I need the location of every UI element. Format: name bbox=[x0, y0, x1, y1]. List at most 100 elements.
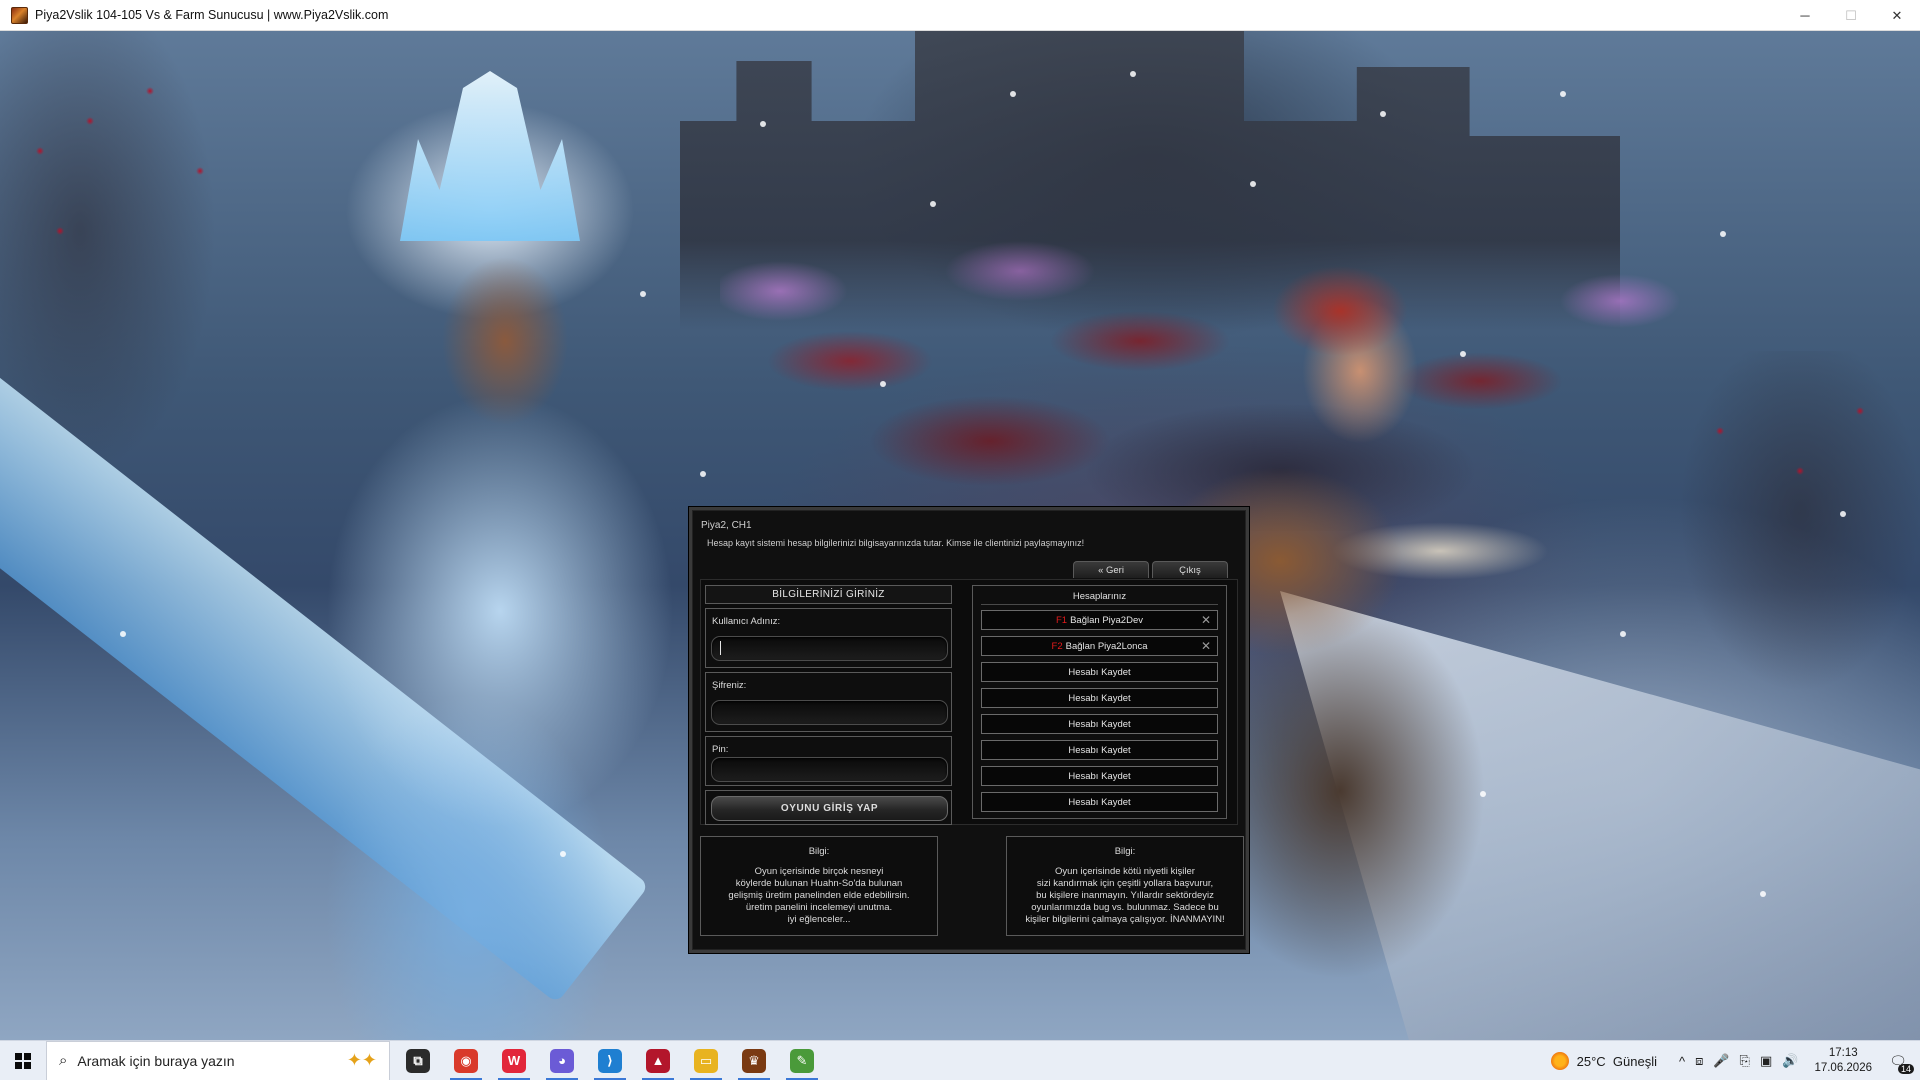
account-label: Hesabı Kaydet bbox=[1068, 796, 1131, 808]
username-label: Kullanıcı Adınız: bbox=[712, 616, 781, 627]
search-icon: ⌕ bbox=[59, 1052, 68, 1069]
tray-icon[interactable]: ⎘ bbox=[1740, 1053, 1750, 1069]
tray-icon[interactable]: ⧈ bbox=[1695, 1053, 1703, 1069]
info-line: oyunlarımızda bug vs. bulunmaz. Sadece b… bbox=[1031, 902, 1219, 913]
pin-field-group: Pin: bbox=[705, 736, 952, 786]
account-label: Hesabı Kaydet bbox=[1068, 744, 1131, 756]
info-line: bu kişilere inanmayın. Yıllardır sektörd… bbox=[1036, 890, 1214, 901]
minimize-button[interactable]: ─ bbox=[1782, 0, 1828, 31]
login-form: BİLGİLERİNİZİ GİRİNİZ Kullanıcı Adınız: … bbox=[705, 585, 952, 825]
saved-account-row[interactable]: Hesabı Kaydet bbox=[981, 688, 1218, 708]
close-button[interactable]: ✕ bbox=[1874, 0, 1920, 31]
weather-temperature: 25°C bbox=[1576, 1053, 1606, 1069]
taskbar-app-visual-studio-code[interactable]: ⟩ bbox=[586, 1041, 634, 1080]
password-input[interactable] bbox=[711, 700, 948, 725]
dialog-notice: Hesap kayıt sistemi hesap bilgilerinizi … bbox=[707, 538, 1085, 548]
info-right-body: Oyun içerisinde kötü niyetli kişiler sizi… bbox=[1007, 866, 1243, 926]
saved-account-row[interactable]: Hesabı Kaydet bbox=[981, 792, 1218, 812]
saved-account-row[interactable]: Hesabı Kaydet bbox=[981, 766, 1218, 786]
notification-count: 14 bbox=[1897, 1064, 1914, 1074]
info-box-left: Bilgi: Oyun içerisinde birçok nesneyi köy… bbox=[700, 836, 938, 936]
file-explorer-icon: ▭ bbox=[694, 1048, 718, 1073]
exit-button[interactable]: Çıkış bbox=[1152, 561, 1228, 578]
tray-icon[interactable]: ▣ bbox=[1760, 1053, 1772, 1069]
back-button[interactable]: « Geri bbox=[1073, 561, 1149, 578]
account-label: Bağlan Piya2Lonca bbox=[1065, 640, 1148, 652]
window-title: Piya2Vslik 104-105 Vs & Farm Sunucusu | … bbox=[35, 8, 389, 22]
task-view-icon: ⧉ bbox=[406, 1048, 430, 1073]
info-line: sizi kandırmak için çeşitli yollara başv… bbox=[1036, 878, 1214, 889]
saved-account-row[interactable]: Hesabı Kaydet bbox=[981, 740, 1218, 760]
taskbar-app-game-client[interactable]: ♛ bbox=[730, 1041, 778, 1080]
saved-account-row[interactable]: F1 Bağlan Piya2Dev ✕ bbox=[981, 610, 1218, 630]
info-line: Oyun içerisinde birçok nesneyi bbox=[754, 866, 884, 877]
weather-condition: Güneşli bbox=[1612, 1053, 1657, 1069]
info-left-title: Bilgi: bbox=[808, 846, 830, 857]
visual-studio-code-icon: ⟩ bbox=[598, 1048, 622, 1073]
discord-icon: ◕ bbox=[550, 1048, 574, 1073]
search-placeholder: Aramak için buraya yazın bbox=[77, 1052, 235, 1069]
account-hotkey: F2 bbox=[1051, 640, 1063, 652]
game-client-icon: ♛ bbox=[742, 1048, 766, 1073]
saved-accounts-header: Hesaplarınız bbox=[973, 588, 1226, 605]
clock-date: 17.06.2026 bbox=[1814, 1062, 1872, 1074]
account-label: Hesabı Kaydet bbox=[1068, 718, 1131, 730]
info-line: gelişmiş üretim panelinden elde edebilir… bbox=[728, 890, 910, 901]
taskbar-clock[interactable]: 17:13 17.06.2026 bbox=[1814, 1046, 1872, 1076]
app-icon bbox=[11, 6, 28, 24]
saved-account-row[interactable]: Hesabı Kaydet bbox=[981, 662, 1218, 682]
taskbar-app-discord[interactable]: ◕ bbox=[538, 1041, 586, 1080]
saved-accounts-list: F1 Bağlan Piya2Dev ✕ F2 Bağlan Piya2Lonca ✕ He… bbox=[981, 610, 1218, 818]
taskbar-search[interactable]: ⌕ Aramak için buraya yazın ✦✦ bbox=[46, 1040, 390, 1080]
username-input[interactable] bbox=[711, 636, 948, 661]
taskbar-app-file-explorer[interactable]: ▭ bbox=[682, 1041, 730, 1080]
wps-office-icon: W bbox=[502, 1048, 526, 1073]
tray-icon[interactable]: 🔊 bbox=[1782, 1053, 1798, 1069]
saved-account-row[interactable]: F2 Bağlan Piya2Lonca ✕ bbox=[981, 636, 1218, 656]
password-field-group: Şifreniz: bbox=[705, 672, 952, 732]
tray-icons: ^ ⧈ 🎤 ⎘ ▣ 🔊 bbox=[1679, 1053, 1798, 1069]
taskbar-app-task-view[interactable]: ⧉ bbox=[394, 1041, 442, 1080]
windows-taskbar: ⌕ Aramak için buraya yazın ✦✦ ⧉ ◉ W ◕ ⟩ ▲ ▭ ♛ ✎ … bbox=[0, 1040, 1920, 1080]
info-line: üretim panelini incelemeyi unutma. bbox=[745, 902, 893, 913]
info-line: köylerde bulunan Huahn-So'da bulunan bbox=[735, 878, 903, 889]
taskbar-app-wps-office[interactable]: W bbox=[490, 1041, 538, 1080]
info-left-body: Oyun içerisinde birçok nesneyi köylerde b… bbox=[701, 866, 937, 926]
info-line: kişiler bilgilerini çalmaya çalışıyor. İ… bbox=[1025, 914, 1225, 925]
sun-icon bbox=[1550, 1052, 1569, 1070]
tray-icon[interactable]: 🎤 bbox=[1713, 1053, 1729, 1069]
notification-center-button[interactable]: 🗨 14 bbox=[1884, 1047, 1914, 1075]
account-label: Hesabı Kaydet bbox=[1068, 666, 1131, 678]
password-label: Şifreniz: bbox=[712, 680, 747, 691]
clock-time: 17:13 bbox=[1828, 1047, 1858, 1059]
tray-icon[interactable]: ^ bbox=[1679, 1054, 1685, 1069]
info-right-title: Bilgi: bbox=[1114, 846, 1136, 857]
notepad-app-icon: ✎ bbox=[790, 1048, 814, 1073]
weather-widget[interactable]: 25°C Güneşli bbox=[1550, 1052, 1657, 1070]
login-button[interactable]: OYUNU GİRİŞ YAP bbox=[711, 796, 948, 821]
chrome-icon: ◉ bbox=[454, 1048, 478, 1073]
account-hotkey: F1 bbox=[1056, 614, 1068, 626]
windows-logo-icon bbox=[15, 1052, 31, 1069]
login-form-header: BİLGİLERİNİZİ GİRİNİZ bbox=[705, 585, 952, 604]
info-line: iyi eğlenceler... bbox=[787, 914, 851, 925]
maximize-button[interactable]: ☐ bbox=[1828, 0, 1874, 31]
taskbar-app-notepad-app[interactable]: ✎ bbox=[778, 1041, 826, 1080]
login-button-frame: OYUNU GİRİŞ YAP bbox=[705, 790, 952, 825]
remove-account-icon[interactable]: ✕ bbox=[1199, 613, 1213, 627]
text-caret bbox=[720, 641, 721, 655]
pin-input[interactable] bbox=[711, 757, 948, 782]
taskbar-app-red-app[interactable]: ▲ bbox=[634, 1041, 682, 1080]
pinned-apps: ⧉ ◉ W ◕ ⟩ ▲ ▭ ♛ ✎ bbox=[394, 1041, 826, 1080]
winter-tree-right-artwork bbox=[1660, 351, 1920, 711]
window-controls: ─ ☐ ✕ bbox=[1782, 0, 1920, 31]
taskbar-app-chrome[interactable]: ◉ bbox=[442, 1041, 490, 1080]
dialog-tabs: « Geri Çıkış bbox=[1073, 561, 1228, 578]
start-button[interactable] bbox=[0, 1041, 46, 1080]
pin-label: Pin: bbox=[712, 744, 729, 755]
saved-accounts-panel: Hesaplarınız F1 Bağlan Piya2Dev ✕ F2 Bağlan … bbox=[972, 585, 1227, 819]
remove-account-icon[interactable]: ✕ bbox=[1199, 639, 1213, 653]
dialog-title: Piya2, CH1 bbox=[701, 520, 752, 531]
info-box-right: Bilgi: Oyun içerisinde kötü niyetli kişi… bbox=[1006, 836, 1244, 936]
saved-account-row[interactable]: Hesabı Kaydet bbox=[981, 714, 1218, 734]
